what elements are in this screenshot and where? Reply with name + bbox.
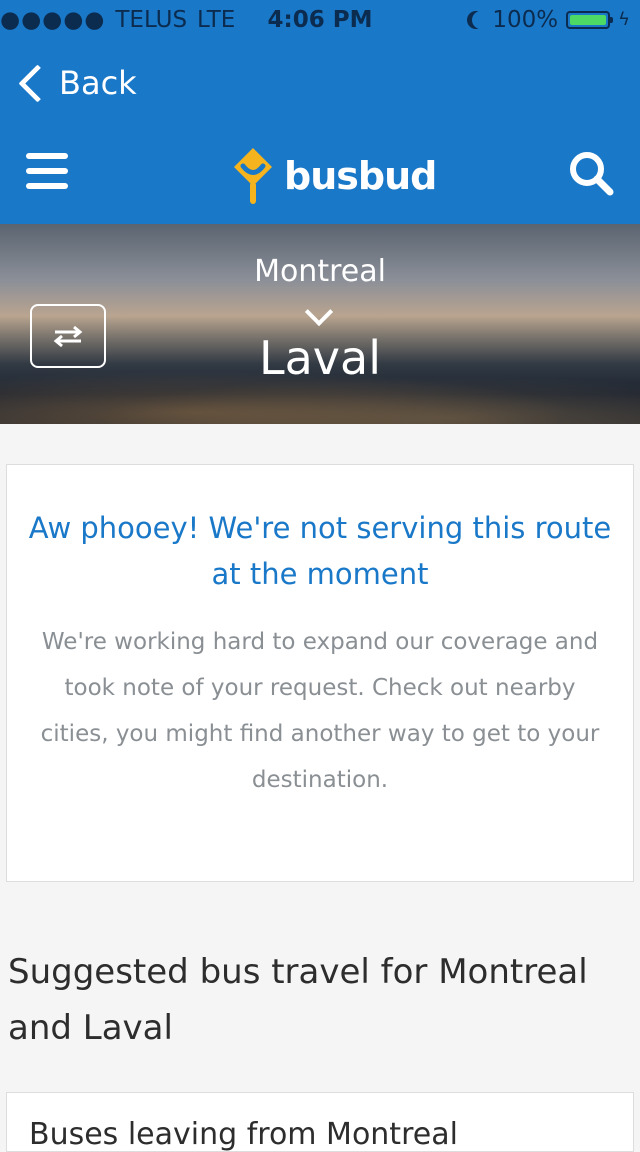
brand-name: busbud <box>284 154 437 198</box>
swap-arrows-icon <box>53 325 83 348</box>
back-button[interactable]: Back <box>16 60 137 106</box>
swap-route-button[interactable] <box>30 304 106 368</box>
chevron-left-icon <box>18 63 57 103</box>
origin-city[interactable]: Montreal <box>0 254 640 289</box>
hamburger-icon[interactable] <box>26 153 68 189</box>
suggestions-heading: Suggested bus travel for Montreal and La… <box>8 952 588 1048</box>
search-icon[interactable] <box>568 150 614 196</box>
charging-icon: ϟ <box>618 9 630 30</box>
route-header: Montreal Laval <box>0 224 640 424</box>
suggestion-card[interactable]: Buses leaving from Montreal <box>6 1092 634 1152</box>
status-bar: ●●●●● TELUS LTE 4:06 PM 100% ϟ <box>0 0 640 40</box>
status-right: 100% ϟ <box>466 7 630 33</box>
chevron-down-icon <box>304 297 334 327</box>
app-header: ●●●●● TELUS LTE 4:06 PM 100% ϟ Back busb… <box>0 0 640 224</box>
route-unavailable-card: Aw phooey! We're not serving this route … <box>6 464 634 882</box>
brand-logo[interactable]: busbud <box>230 146 437 206</box>
notice-body: We're working hard to expand our coverag… <box>40 629 600 793</box>
nav-bar: busbud <box>0 136 640 210</box>
busbud-pin-icon <box>234 148 272 204</box>
do-not-disturb-icon <box>472 11 490 29</box>
battery-icon <box>566 11 614 29</box>
battery-percent: 100% <box>492 7 559 33</box>
suggestion-card-title: Buses leaving from Montreal <box>29 1117 458 1152</box>
notice-title: Aw phooey! We're not serving this route … <box>28 511 612 591</box>
back-label: Back <box>59 64 137 102</box>
